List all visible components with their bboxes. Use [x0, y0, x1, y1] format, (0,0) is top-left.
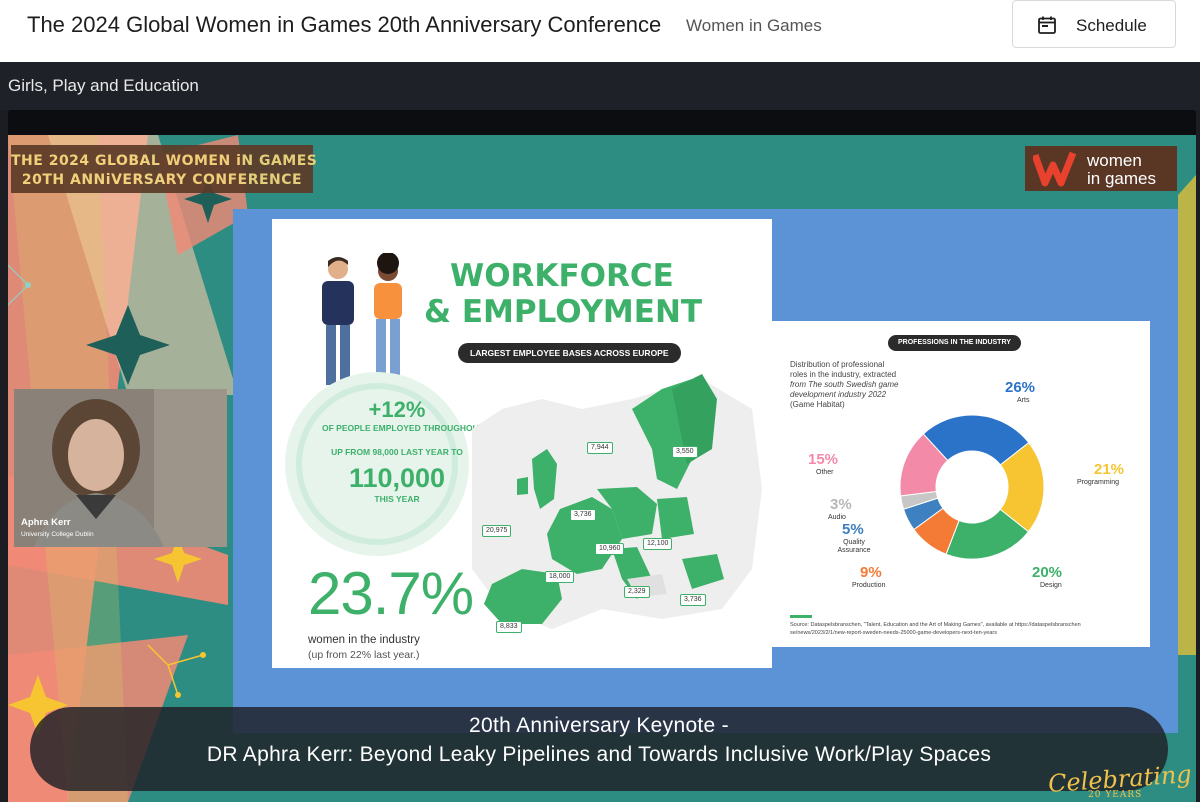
conference-title: The 2024 Global Women in Games 20th Anni…	[27, 12, 662, 37]
women-in-games-logo: women in games	[1025, 146, 1177, 191]
map-label-finland: 3,550	[672, 446, 698, 458]
session-title: Girls, Play and Education	[8, 76, 199, 95]
video-player[interactable]: THE 2024 GLOBAL WOMEN iN GAMES 20TH ANNi…	[8, 110, 1196, 802]
map-label-spain: 8,833	[496, 621, 522, 633]
calendar-icon	[1038, 16, 1056, 34]
source-rule	[790, 615, 812, 618]
growth-percent: +12%	[368, 397, 426, 422]
professions-pill: PROFESSIONS IN THE INDUSTRY	[888, 335, 1021, 351]
map-label-germany: 10,960	[595, 543, 625, 555]
desc-line-2: roles in the industry, extracted	[790, 370, 897, 379]
map-label-italy: 2,329	[624, 586, 650, 598]
speaker-video-tile: Aphra Kerr University College Dublin	[14, 389, 227, 547]
desc-line-4: development industry 2022	[790, 390, 887, 399]
schedule-button[interactable]: Schedule	[1012, 0, 1176, 48]
session-bar: Girls, Play and Education	[0, 62, 1200, 110]
slice-pct-production: 9%	[860, 564, 882, 581]
workforce-title-2: & EMPLOYMENT	[424, 294, 703, 330]
caption-line-2: DR Aphra Kerr: Beyond Leaky Pipelines an…	[206, 743, 992, 766]
map-label-sweden: 7,944	[587, 442, 613, 454]
growth-desc: OF PEOPLE EMPLOYED THROUGHOUT EUROPE	[322, 423, 523, 433]
this-year-text: THIS YEAR	[374, 494, 420, 504]
map-pill: LARGEST EMPLOYEE BASES ACROSS EUROPE	[458, 343, 681, 363]
slice-pct-arts: 26%	[1005, 379, 1036, 396]
speaker-affiliation: University College Dublin	[21, 531, 94, 538]
map-label-france: 18,000	[545, 571, 575, 583]
europe-map	[472, 374, 762, 629]
slice-pct-programming: 21%	[1094, 461, 1125, 478]
organizer-link[interactable]: Women in Games	[686, 16, 822, 36]
logo-line-2: in games	[1087, 169, 1156, 188]
banner-line-1: THE 2024 GLOBAL WOMEN iN GAMES	[11, 153, 318, 169]
schedule-label: Schedule	[1076, 16, 1147, 35]
banner-line-2: 20TH ANNiVERSARY CONFERENCE	[21, 172, 303, 188]
celebrating-years: 20 YEARS	[1088, 790, 1143, 800]
source-line-1: Source: Dataspelsbranschen, "Talent, Edu…	[790, 622, 1081, 628]
speaker-name: Aphra Kerr	[21, 517, 71, 528]
source-line-2: se/news/2023/2/1/new-report-sweden-needs…	[790, 630, 997, 636]
slice-label-arts: Arts	[1017, 397, 1030, 404]
map-label-romania: 3,736	[680, 594, 706, 606]
slice-pct-other: 15%	[808, 451, 839, 468]
top-bar: The 2024 Global Women in Games 20th Anni…	[0, 0, 1200, 62]
professions-infographic: PROFESSIONS IN THE INDUSTRY Distribution…	[772, 321, 1150, 647]
logo-line-1: women	[1087, 151, 1142, 170]
women-percent: 23.7%	[308, 560, 474, 627]
up-from-text: UP FROM 98,000 LAST YEAR TO	[331, 447, 463, 457]
slice-label-programming: Programming	[1077, 479, 1120, 486]
workforce-title-1: WORKFORCE	[450, 258, 674, 294]
slice-pct-design: 20%	[1032, 564, 1063, 581]
slice-label-qa: Quality Assurance	[837, 539, 871, 554]
desc-line-5: (Game Habitat)	[790, 400, 845, 409]
slice-label-other: Other	[816, 469, 834, 476]
map-label-uk: 20,975	[482, 525, 512, 537]
slice-pct-audio: 3%	[830, 496, 852, 513]
keynote-caption: 20th Anniversary Keynote - DR Aphra Kerr…	[30, 707, 1168, 791]
slice-label-audio: Audio	[828, 514, 846, 521]
slice-label-design: Design	[1040, 582, 1062, 589]
desc-line-1: Distribution of professional	[790, 360, 885, 369]
women-prev: (up from 22% last year.)	[308, 649, 420, 661]
workforce-infographic: WORKFORCE & EMPLOYMENT LARGEST EMPLOYEE …	[272, 219, 772, 668]
slice-pct-qa: 5%	[842, 521, 864, 538]
slice-label-production: Production	[852, 582, 886, 589]
conference-banner: THE 2024 GLOBAL WOMEN iN GAMES 20TH ANNi…	[11, 145, 318, 193]
presentation-slide: THE 2024 GLOBAL WOMEN iN GAMES 20TH ANNi…	[8, 135, 1196, 802]
map-label-netherlands: 3,736	[570, 509, 596, 521]
wig-w-icon	[1033, 151, 1077, 187]
women-label: women in the industry	[308, 634, 420, 646]
professions-donut-chart	[899, 414, 1045, 560]
total-employees: 110,000	[348, 463, 446, 493]
caption-line-1: 20th Anniversary Keynote -	[469, 714, 729, 737]
map-label-poland: 12,100	[643, 538, 673, 550]
